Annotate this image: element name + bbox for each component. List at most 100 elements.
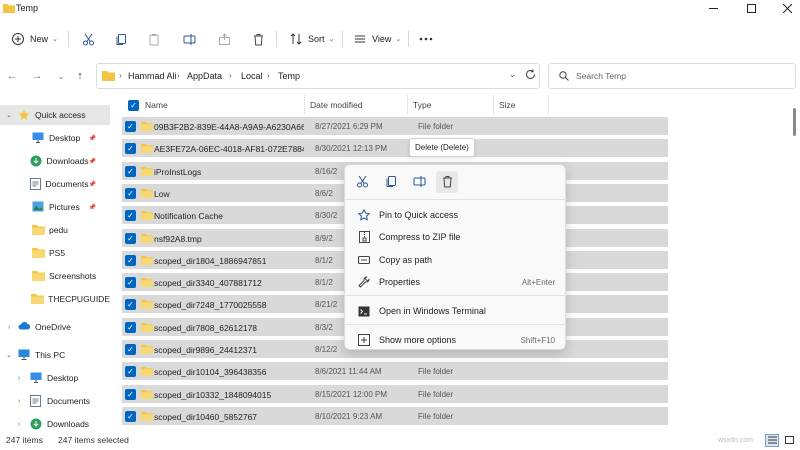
sort-button[interactable]: Sort ⌄ <box>288 25 334 53</box>
context-menu-item[interactable]: Pin to Quick access <box>349 204 563 226</box>
forward-button[interactable]: → <box>29 68 45 84</box>
chevron-right-icon[interactable]: › <box>4 324 14 331</box>
scissors-icon <box>356 175 369 190</box>
title-bar[interactable]: Temp <box>0 0 800 18</box>
nav-item[interactable]: THECPUGUIDE <box>0 289 110 309</box>
nav-item[interactable]: Pictures 📌 <box>0 197 110 217</box>
nav-item[interactable]: › Documents <box>0 391 110 411</box>
column-header-name[interactable]: Name <box>145 100 168 110</box>
row-checkbox[interactable]: ✓ <box>125 388 136 400</box>
breadcrumb-appdata[interactable]: AppData <box>187 71 222 81</box>
refresh-icon[interactable] <box>525 69 536 82</box>
file-date: 8/15/2021 12:00 PM <box>315 389 388 399</box>
file-row[interactable]: ✓ 09B3F2B2-839E-44A8-A9A9-A6230A66... 8/27… <box>122 117 668 137</box>
recent-locations-button[interactable]: ⌄ <box>53 68 69 84</box>
nav-item[interactable]: Documents 📌 <box>0 174 110 194</box>
file-row[interactable]: ✓ scoped_dir10104_396438356 8/6/2021 11:44… <box>122 362 668 383</box>
column-divider[interactable] <box>493 95 494 115</box>
context-menu-item[interactable]: Show more options Shift+F10 <box>349 329 563 351</box>
chevron-right-icon[interactable]: › <box>14 398 24 405</box>
context-menu-item-label: Pin to Quick access <box>379 210 459 220</box>
context-menu-item[interactable]: Compress to ZIP file <box>349 226 563 248</box>
row-checkbox[interactable]: ✓ <box>125 277 136 289</box>
cut-button[interactable] <box>80 25 96 53</box>
row-checkbox[interactable]: ✓ <box>125 143 136 155</box>
context-rename-button[interactable] <box>408 171 430 193</box>
context-menu-item[interactable]: Copy as path <box>349 249 563 271</box>
copy-button[interactable] <box>113 25 129 53</box>
file-row[interactable]: ✓ scoped_dir10460_5852767 8/10/2021 9:23 A… <box>122 406 668 427</box>
nav-item[interactable]: › Downloads <box>0 414 110 434</box>
minimize-button[interactable] <box>702 0 724 16</box>
row-checkbox[interactable]: ✓ <box>125 366 136 378</box>
search-icon <box>559 71 569 83</box>
context-menu-item[interactable]: Open in Windows Terminal <box>349 300 563 322</box>
nav-item-label: Downloads <box>47 419 90 429</box>
nav-item[interactable]: Screenshots <box>0 266 110 286</box>
details-view-button[interactable] <box>765 434 779 447</box>
scrollbar-thumb[interactable] <box>793 108 796 136</box>
window-title: Temp <box>16 3 39 13</box>
share-button[interactable] <box>216 25 232 53</box>
breadcrumb-hammad-ali[interactable]: Hammad Ali <box>128 71 177 81</box>
nav-item[interactable]: Downloads 📌 <box>0 151 110 171</box>
file-name: scoped_dir1804_1886947851 <box>154 255 267 266</box>
row-checkbox[interactable]: ✓ <box>125 254 136 266</box>
address-dropdown-icon[interactable]: ⌄ <box>509 70 516 79</box>
up-button[interactable]: ↑ <box>72 68 88 84</box>
column-divider[interactable] <box>548 95 549 115</box>
vertical-scrollbar[interactable] <box>793 96 797 426</box>
close-button[interactable] <box>776 0 798 16</box>
file-date: 8/10/2021 9:23 AM <box>315 411 383 421</box>
row-checkbox[interactable]: ✓ <box>125 344 136 355</box>
nav-item[interactable]: › OneDrive <box>0 317 110 337</box>
column-header-date[interactable]: Date modified <box>310 100 362 110</box>
paste-button[interactable] <box>146 25 162 53</box>
view-button[interactable]: View ⌄ <box>352 25 401 53</box>
nav-item[interactable]: pedu <box>0 220 110 240</box>
rename-button[interactable] <box>181 25 197 53</box>
row-checkbox[interactable]: ✓ <box>125 321 136 333</box>
context-copy-button[interactable] <box>380 171 402 193</box>
column-header-type[interactable]: Type <box>413 100 431 110</box>
context-menu-item[interactable]: Properties Alt+Enter <box>349 271 563 293</box>
chevron-down-icon[interactable]: ⌄ <box>4 351 14 359</box>
new-button[interactable]: New ⌄ <box>10 25 58 53</box>
search-box[interactable]: Search Temp <box>548 63 796 89</box>
star-icon <box>18 109 31 122</box>
row-checkbox[interactable]: ✓ <box>125 121 136 132</box>
file-date: 8/1/2 <box>315 278 333 288</box>
file-row[interactable]: ✓ AE3FE72A-06EC-4018-AF81-072E7884F... 8/3… <box>122 139 668 160</box>
row-checkbox[interactable]: ✓ <box>125 232 136 244</box>
chevron-right-icon[interactable]: › <box>14 375 24 382</box>
address-bar[interactable]: › Hammad Ali › AppData › Local › Temp ⌄ <box>96 63 540 89</box>
chevron-down-icon[interactable]: ⌄ <box>4 111 14 119</box>
nav-item[interactable]: ⌄ This PC <box>0 345 110 365</box>
nav-item[interactable]: PS5 <box>0 243 110 263</box>
download-icon <box>30 155 42 168</box>
row-checkbox[interactable]: ✓ <box>125 299 136 311</box>
nav-item[interactable]: Desktop 📌 <box>0 128 110 148</box>
row-checkbox[interactable]: ✓ <box>125 187 136 199</box>
nav-item[interactable]: › Desktop <box>0 368 110 388</box>
breadcrumb-temp[interactable]: Temp <box>278 71 300 81</box>
row-checkbox[interactable]: ✓ <box>125 210 136 222</box>
back-button[interactable]: ← <box>4 68 20 84</box>
select-all-checkbox[interactable]: ✓ <box>128 100 139 111</box>
column-header-size[interactable]: Size <box>499 100 516 110</box>
tiles-view-button[interactable] <box>782 434 796 447</box>
chevron-right-icon[interactable]: › <box>14 421 24 428</box>
context-cut-button[interactable] <box>351 171 373 193</box>
nav-item[interactable]: ⌄ Quick access <box>0 105 110 125</box>
row-checkbox[interactable]: ✓ <box>125 410 136 422</box>
row-checkbox[interactable]: ✓ <box>125 165 136 177</box>
pin-icon: 📌 <box>88 158 96 165</box>
delete-button[interactable] <box>250 25 266 53</box>
column-divider[interactable] <box>304 95 305 115</box>
more-button[interactable] <box>418 25 434 53</box>
file-row[interactable]: ✓ scoped_dir10332_1848094015 8/15/2021 12:… <box>122 384 668 405</box>
context-delete-button[interactable] <box>436 171 458 193</box>
breadcrumb-local[interactable]: Local <box>241 71 263 81</box>
column-divider[interactable] <box>407 95 408 115</box>
maximize-button[interactable] <box>740 0 762 16</box>
